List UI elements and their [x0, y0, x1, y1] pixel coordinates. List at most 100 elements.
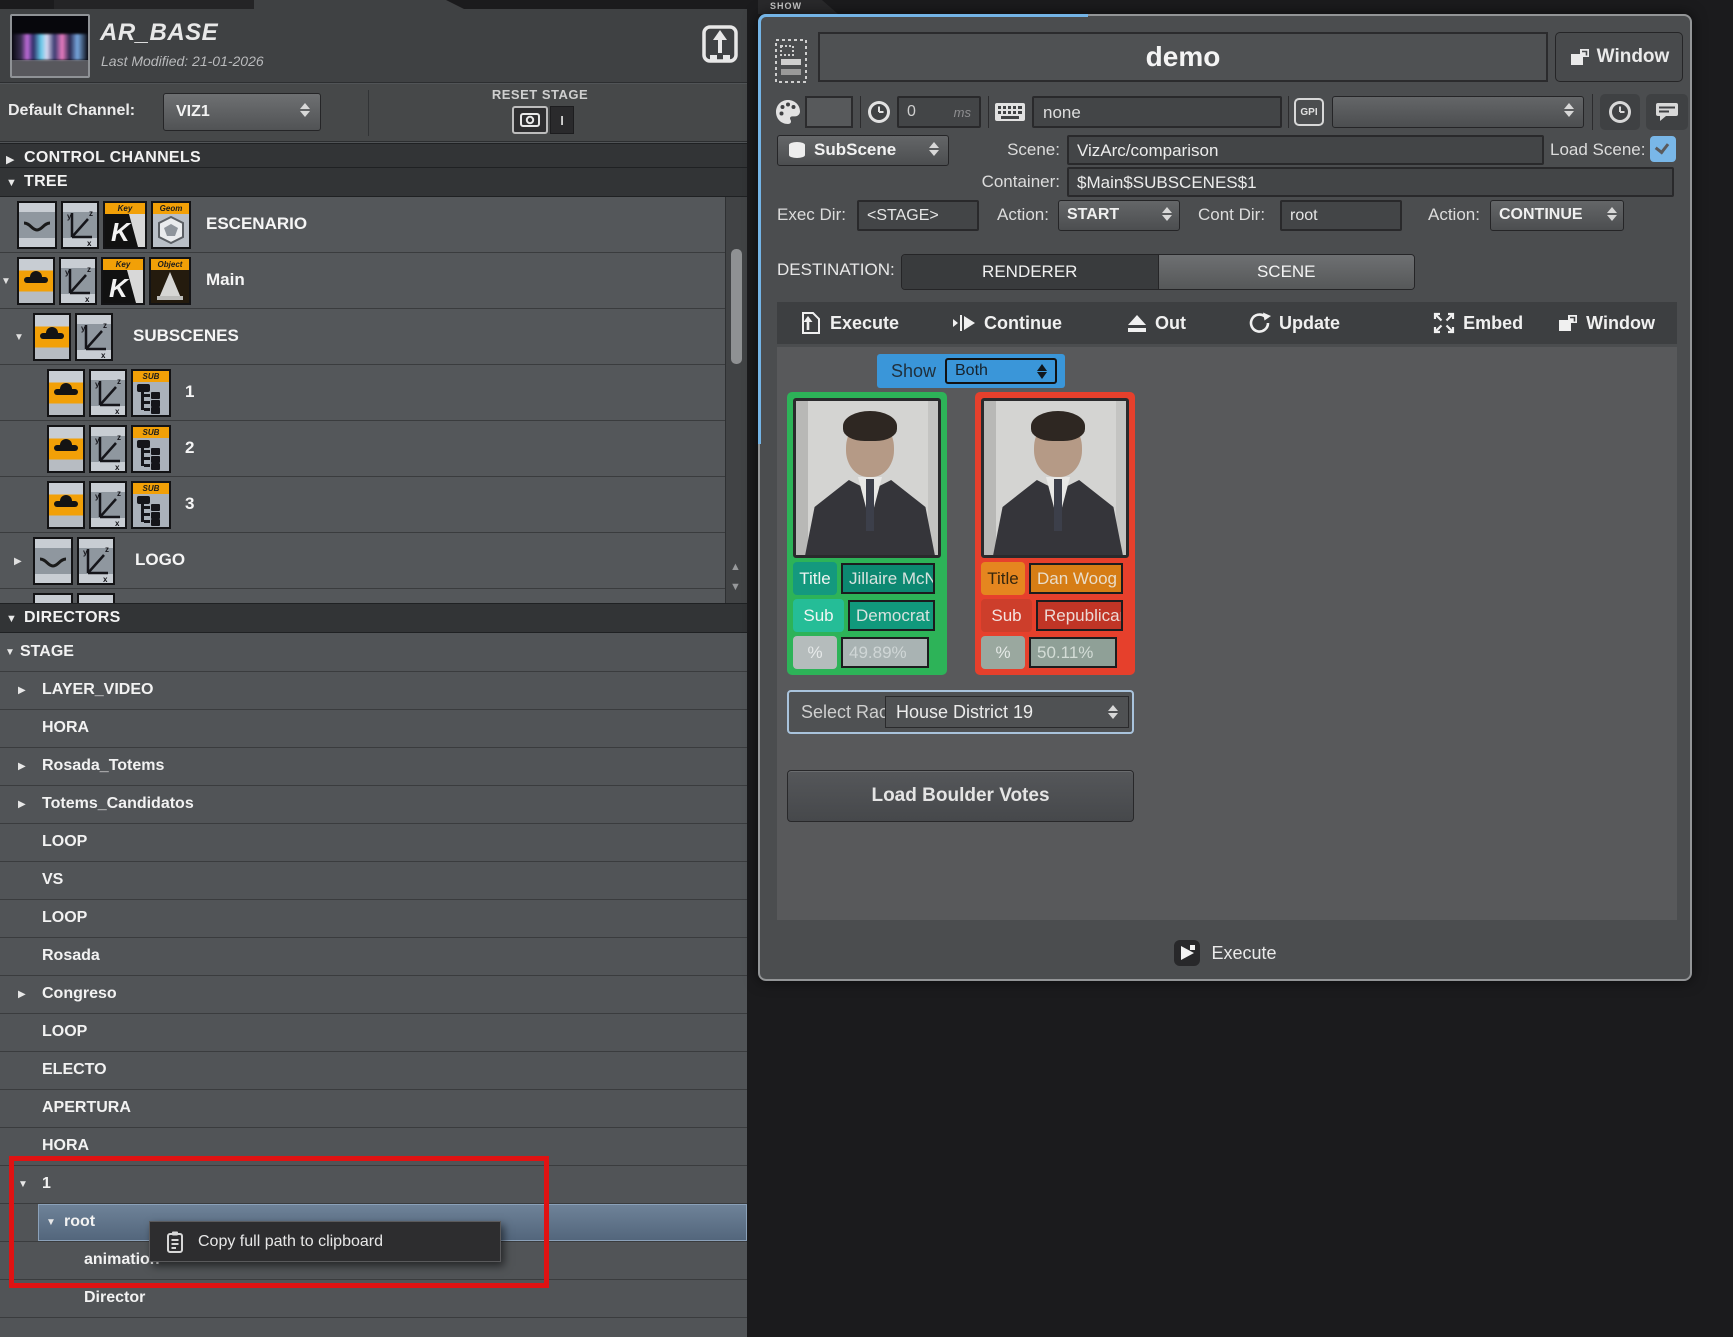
select-race-dropdown[interactable]: House District 19	[885, 696, 1129, 728]
director-row[interactable]: LOOP	[0, 1014, 747, 1052]
director-row[interactable]: Rosada	[0, 938, 747, 976]
tree-arrow-icon[interactable]: ▶	[18, 989, 26, 1000]
exec-dir-input[interactable]: <STAGE>	[857, 200, 979, 231]
tree-row-sub1[interactable]: yzx SUB 1	[0, 365, 747, 421]
tree-row-subscenes[interactable]: ▼ yzx SUBSCENES	[0, 309, 747, 365]
chevron-down-icon[interactable]: ▼	[14, 332, 24, 343]
project-thumbnail[interactable]	[10, 14, 90, 78]
timer-button[interactable]	[1600, 94, 1640, 130]
load-scene-checkbox[interactable]	[1650, 136, 1676, 162]
bottom-execute-button[interactable]: Execute	[1211, 943, 1276, 964]
section-tree[interactable]: ▼ TREE	[0, 167, 747, 197]
eye-icon[interactable]	[47, 425, 85, 473]
title-field-label: Title	[981, 562, 1025, 595]
tree-scrollbar[interactable]: ▲ ▼	[725, 197, 747, 603]
embed-label: Embed	[1463, 313, 1523, 334]
action2-select[interactable]: CONTINUE	[1490, 200, 1624, 231]
percent-field-label: %	[981, 636, 1025, 669]
sub-field-input[interactable]: Republican	[1036, 600, 1123, 631]
load-boulder-votes-button[interactable]: Load Boulder Votes	[787, 770, 1134, 822]
director-row[interactable]: ▶ Rosada_Totems	[0, 748, 747, 786]
action1-select[interactable]: START	[1058, 200, 1180, 231]
color-swatch[interactable]	[805, 96, 853, 128]
execute-button[interactable]: Execute	[799, 311, 899, 335]
percent-field-input[interactable]: 49.89%	[841, 637, 929, 668]
svg-text:x: x	[103, 575, 108, 583]
director-label: Totems_Candidatos	[42, 795, 194, 813]
container-icon[interactable]	[17, 201, 57, 249]
palette-icon[interactable]	[774, 98, 802, 126]
scroll-up-icon[interactable]: ▲	[730, 561, 741, 573]
title-field-input[interactable]: Jillaire McN	[841, 563, 935, 594]
sub-field-input[interactable]: Democrat	[848, 600, 935, 631]
tree-row-sub3[interactable]: yzx SUB 3	[0, 477, 747, 533]
director-row[interactable]: LOOP	[0, 824, 747, 862]
eye-icon[interactable]	[47, 481, 85, 529]
divider	[368, 90, 369, 136]
director-row[interactable]: HORA	[0, 710, 747, 748]
svg-text:x: x	[101, 351, 106, 359]
delay-input[interactable]: 0 ms	[897, 96, 981, 128]
destination-renderer-button[interactable]: RENDERER	[902, 255, 1159, 289]
reset-stage-i-button[interactable]: I	[550, 106, 574, 134]
scrollbar-thumb[interactable]	[731, 249, 742, 364]
out-button[interactable]: Out	[1126, 312, 1186, 334]
director-row[interactable]: ▶ Totems_Candidatos	[0, 786, 747, 824]
action-name-input[interactable]: demo	[818, 32, 1548, 82]
eye-icon[interactable]	[47, 369, 85, 417]
director-row[interactable]: VS	[0, 862, 747, 900]
tree-row-main[interactable]: ▼ yzx Key K Object Main	[0, 253, 747, 309]
director-label: LOOP	[42, 1023, 87, 1041]
svg-text:x: x	[115, 407, 120, 415]
director-row[interactable]: APERTURA	[0, 1090, 747, 1128]
default-channel-row: Default Channel: VIZ1 RESET STAGE I	[0, 84, 747, 142]
eye-icon[interactable]	[33, 313, 71, 361]
percent-field-input[interactable]: 50.11%	[1029, 637, 1117, 668]
window-button[interactable]: Window	[1555, 32, 1683, 82]
chevron-right-icon[interactable]: ▶	[14, 556, 22, 567]
load-scene-label: Load Scene:	[1550, 140, 1645, 160]
app-tab[interactable]	[54, 0, 254, 9]
reset-stage-camera-button[interactable]	[512, 106, 548, 134]
eye-icon[interactable]	[17, 257, 55, 305]
action-type-select[interactable]: SubScene	[777, 135, 949, 166]
tree-row-logo[interactable]: ▶ yzx LOGO	[0, 533, 747, 589]
cont-dir-input[interactable]: root	[1280, 200, 1402, 231]
container-input[interactable]: $Main$SUBSCENES$1	[1067, 167, 1674, 197]
select-race-control: Select Race House District 19	[787, 690, 1134, 734]
tree-row-sub2[interactable]: yzx SUB 2	[0, 421, 747, 477]
director-row[interactable]: ▼ STAGE	[0, 634, 747, 672]
tab-show[interactable]: SHOW	[758, 0, 838, 14]
destination-scene-button[interactable]: SCENE	[1159, 255, 1415, 289]
tree-arrow-icon[interactable]: ▶	[18, 799, 26, 810]
embed-button[interactable]: Embed	[1432, 311, 1523, 335]
svg-text:z: z	[87, 265, 91, 274]
director-row[interactable]: ▶ LAYER_VIDEO	[0, 672, 747, 710]
tree-row-escenario[interactable]: yzx Key K Geom ESCENARIO	[0, 197, 747, 253]
chevron-down-icon[interactable]: ▼	[1, 276, 11, 287]
notes-button[interactable]	[1646, 94, 1688, 130]
update-button[interactable]: Update	[1248, 311, 1340, 335]
gpi-select[interactable]	[1332, 96, 1584, 128]
director-row[interactable]: ELECTO	[0, 1052, 747, 1090]
tree-arrow-icon[interactable]: ▶	[18, 685, 26, 696]
show-select[interactable]: Both	[945, 358, 1057, 384]
toolbar-window-button[interactable]: Window	[1557, 313, 1655, 334]
continue-button[interactable]: Continue	[951, 312, 1062, 334]
director-row[interactable]: ▶ Congreso	[0, 976, 747, 1014]
app-tab-active[interactable]	[254, 0, 464, 9]
divider	[988, 96, 989, 128]
director-row[interactable]: LOOP	[0, 900, 747, 938]
scene-input[interactable]: VizArc/comparison	[1067, 135, 1544, 165]
title-field-input[interactable]: Dan Woog	[1029, 563, 1123, 594]
shortcut-input[interactable]: none	[1032, 96, 1282, 128]
scroll-down-icon[interactable]: ▼	[730, 581, 741, 593]
director-label: LAYER_VIDEO	[42, 681, 153, 699]
out-label: Out	[1155, 313, 1186, 334]
tree-arrow-icon[interactable]: ▶	[18, 761, 26, 772]
export-project-icon[interactable]	[700, 23, 740, 67]
tree-arrow-icon[interactable]: ▼	[5, 647, 15, 658]
container-icon[interactable]	[33, 537, 73, 585]
default-channel-select[interactable]: VIZ1	[163, 93, 321, 131]
section-directors[interactable]: ▼ DIRECTORS	[0, 603, 747, 633]
